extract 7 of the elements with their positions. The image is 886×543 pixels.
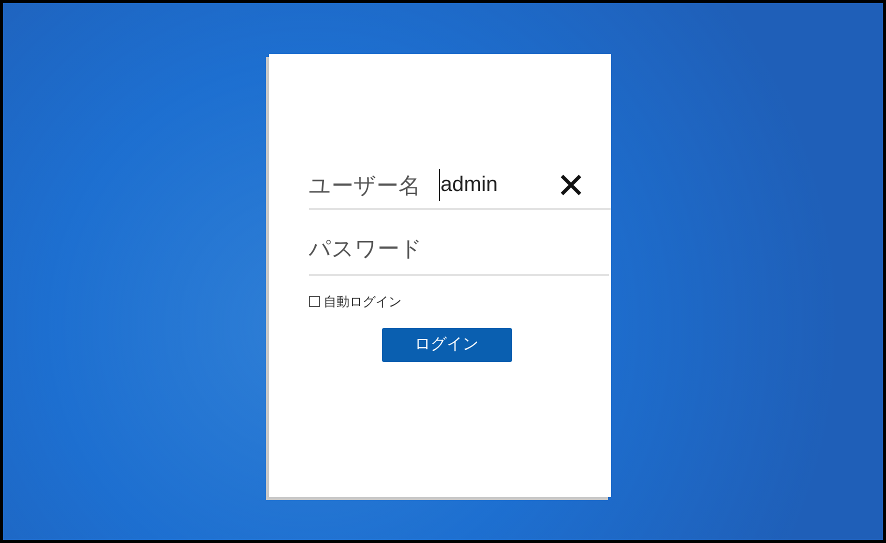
login-button[interactable]: ログイン <box>382 328 512 362</box>
auto-login-label: 自動ログイン <box>324 293 402 311</box>
clear-button[interactable] <box>558 173 582 197</box>
auto-login-checkbox[interactable] <box>308 296 320 308</box>
password-field[interactable]: パスワード <box>308 210 608 276</box>
username-field[interactable]: admin <box>438 169 556 201</box>
username-label: ユーザー名 <box>308 172 422 200</box>
